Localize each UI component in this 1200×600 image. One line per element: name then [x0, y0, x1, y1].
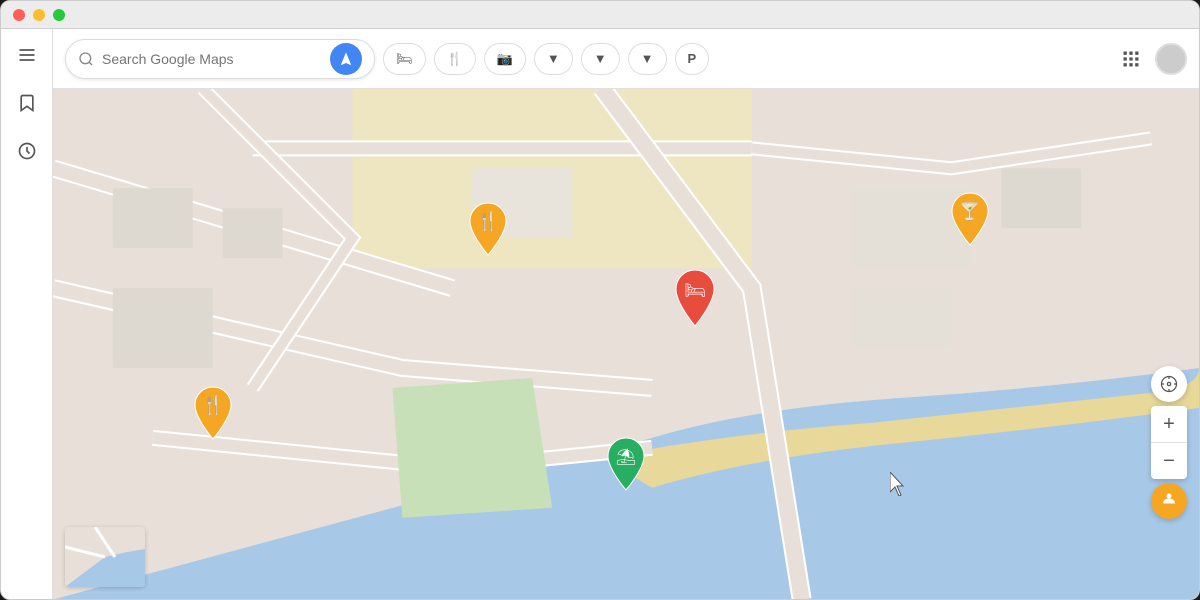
photos-icon: 📷	[497, 51, 513, 67]
svg-text:🛏: 🛏	[684, 281, 706, 300]
map-area[interactable]: 🍴 🍸 🛏	[53, 89, 1199, 599]
top-right-area	[1115, 43, 1187, 75]
compass-button[interactable]	[1151, 366, 1187, 402]
pin-bar1[interactable]: 🍸	[948, 191, 992, 247]
filter-restaurants[interactable]: 🍴	[434, 43, 476, 75]
search-input[interactable]	[102, 51, 322, 67]
map-svg	[53, 89, 1199, 599]
search-box[interactable]	[65, 39, 375, 79]
filter-general3[interactable]: ▼	[628, 43, 667, 75]
svg-text:🍴: 🍴	[202, 394, 224, 416]
minimize-button[interactable]	[33, 9, 45, 21]
filter-parking[interactable]: P	[675, 43, 710, 75]
search-icon	[78, 51, 94, 67]
mini-map	[65, 527, 145, 587]
filter-hotels[interactable]: 🛏	[383, 43, 426, 75]
main-content: 🛏 🍴 📷 ▼ ▼ ▼ P	[53, 29, 1199, 599]
filter3-icon: ▼	[641, 51, 654, 66]
pin-restaurant2[interactable]: 🍴	[191, 385, 235, 441]
app-window: 🛏 🍴 📷 ▼ ▼ ▼ P	[0, 0, 1200, 600]
close-button[interactable]	[13, 9, 25, 21]
sidebar	[1, 29, 53, 599]
filter-general1[interactable]: ▼	[534, 43, 573, 75]
filter1-icon: ▼	[547, 51, 560, 66]
svg-text:🍴: 🍴	[477, 210, 499, 232]
user-avatar[interactable]	[1155, 43, 1187, 75]
restaurants-icon: 🍴	[447, 51, 463, 67]
zoom-in-button[interactable]: +	[1151, 406, 1187, 442]
svg-text:🍸: 🍸	[959, 201, 980, 221]
filter-general2[interactable]: ▼	[581, 43, 620, 75]
sidebar-saved-icon[interactable]	[13, 89, 41, 117]
svg-text:⛱: ⛱	[616, 448, 636, 466]
title-bar	[1, 1, 1199, 29]
pin-restaurant1[interactable]: 🍴	[466, 201, 510, 257]
filter-photos[interactable]: 📷	[484, 43, 526, 75]
hotels-icon: 🛏	[396, 51, 413, 67]
sidebar-recent-icon[interactable]	[13, 137, 41, 165]
zoom-control: + −	[1151, 406, 1187, 479]
parking-icon: P	[688, 51, 697, 66]
sidebar-menu-icon[interactable]	[13, 41, 41, 69]
pin-hotel1[interactable]: 🛏	[671, 268, 719, 328]
directions-button[interactable]	[330, 43, 362, 75]
app-body: 🛏 🍴 📷 ▼ ▼ ▼ P	[1, 29, 1199, 599]
apps-icon[interactable]	[1115, 43, 1147, 75]
top-bar: 🛏 🍴 📷 ▼ ▼ ▼ P	[53, 29, 1199, 89]
map-controls: + −	[1151, 366, 1187, 519]
filter2-icon: ▼	[594, 51, 607, 66]
zoom-out-button[interactable]: −	[1151, 443, 1187, 479]
maximize-button[interactable]	[53, 9, 65, 21]
pin-beach1[interactable]: ⛱	[604, 436, 648, 492]
street-view-button[interactable]	[1151, 483, 1187, 519]
